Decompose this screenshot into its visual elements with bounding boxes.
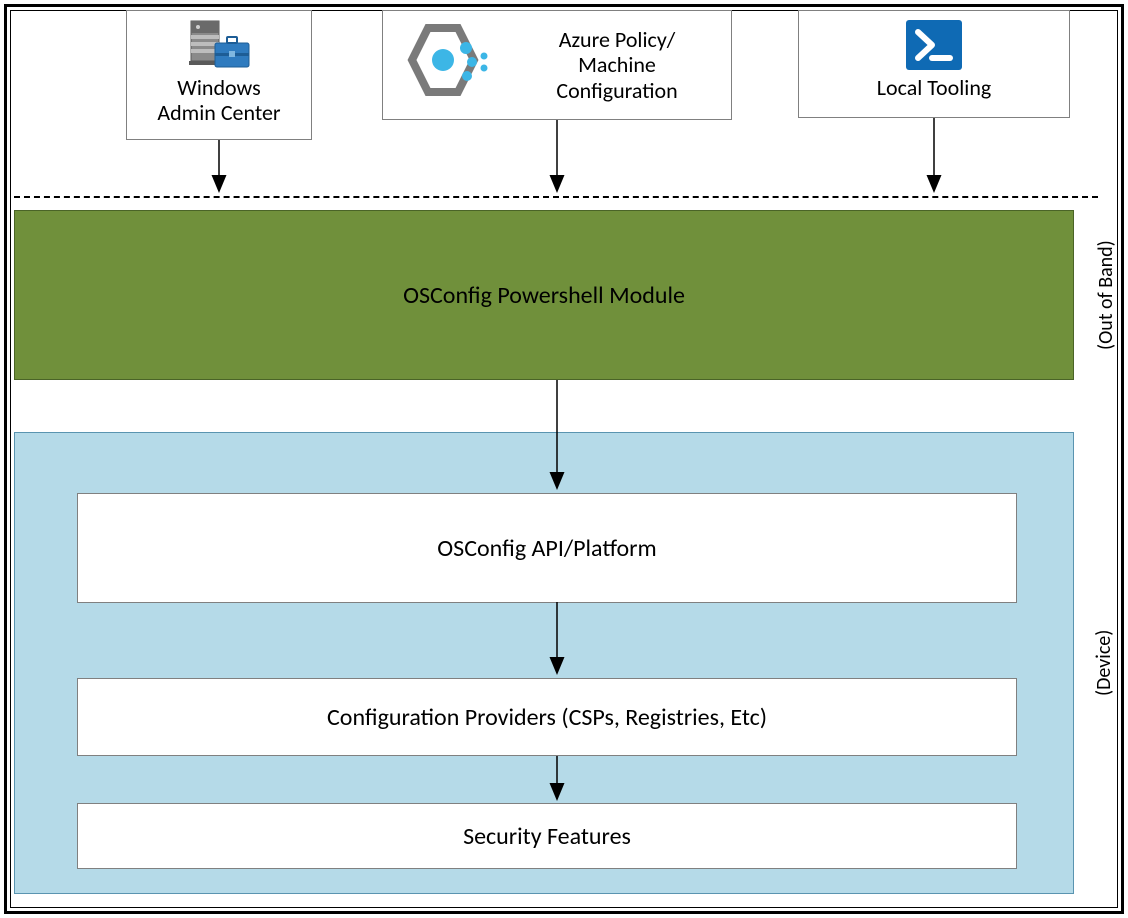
side-label-device: (Device) xyxy=(1092,432,1116,894)
dashed-separator xyxy=(14,196,1098,198)
osconfig-module-layer: OSConfig Powershell Module xyxy=(14,210,1074,380)
config-providers-label: Configuration Providers (CSPs, Registrie… xyxy=(327,703,767,732)
top-item-label: Windows Admin Center xyxy=(157,75,280,126)
config-providers-layer: Configuration Providers (CSPs, Registrie… xyxy=(77,678,1017,756)
top-item-local-tooling: Local Tooling xyxy=(798,10,1070,118)
security-features-label: Security Features xyxy=(463,822,631,851)
top-item-label: Azure Policy/ Machine Configuration xyxy=(513,27,721,103)
top-item-azure-policy: Azure Policy/ Machine Configuration xyxy=(382,10,732,120)
device-container: OSConfig API/Platform Configuration Prov… xyxy=(14,432,1074,894)
azure-policy-icon xyxy=(393,18,503,113)
osconfig-api-label: OSConfig API/Platform xyxy=(437,534,656,563)
osconfig-module-label: OSConfig Powershell Module xyxy=(403,281,685,310)
security-features-layer: Security Features xyxy=(77,803,1017,869)
top-item-windows-admin-center: Windows Admin Center xyxy=(126,10,312,140)
server-briefcase-icon xyxy=(183,15,255,75)
powershell-icon xyxy=(902,15,966,75)
side-label-out-of-band: (Out of Band) xyxy=(1094,210,1118,380)
osconfig-api-layer: OSConfig API/Platform xyxy=(77,493,1017,603)
top-item-label: Local Tooling xyxy=(877,75,992,100)
